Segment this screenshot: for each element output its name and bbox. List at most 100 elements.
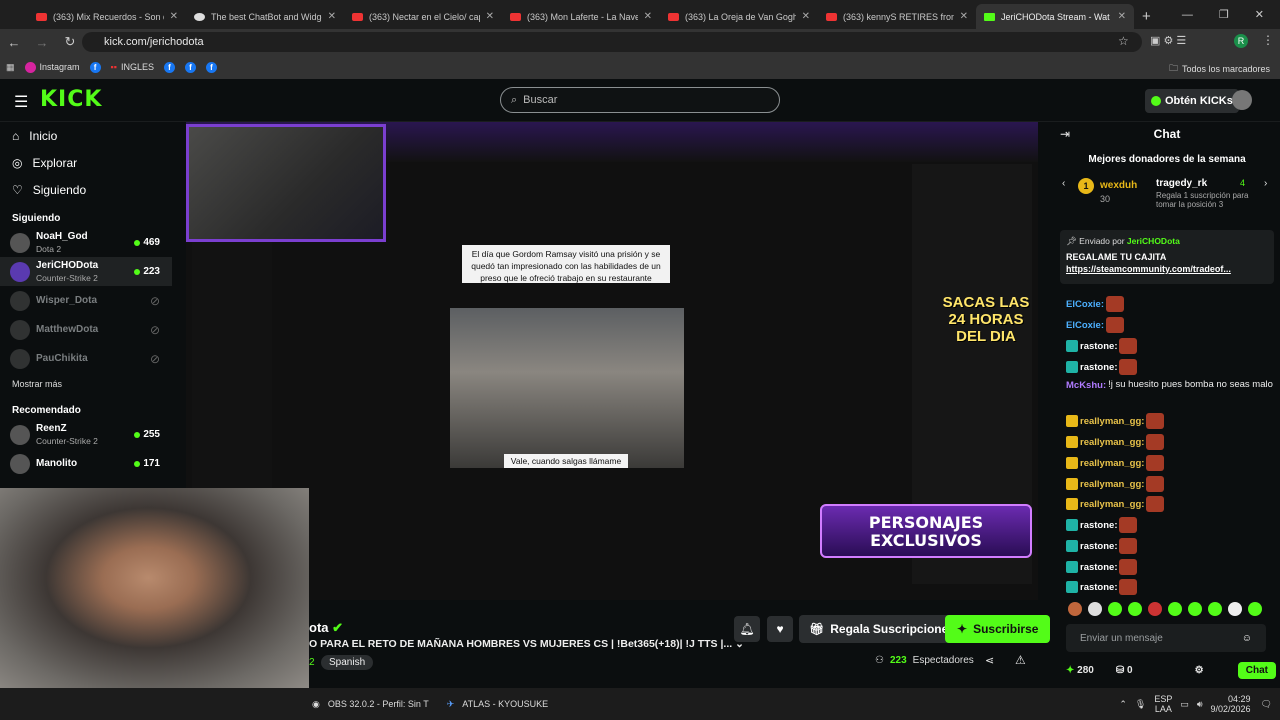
browser-tab[interactable]: (363) Nectar en el Cielo/ capitu ✕ [344,4,502,29]
chat-username[interactable]: reallyman_gg: [1080,416,1144,427]
browser-tab[interactable]: (363) kennyS RETIRES from CS ✕ [818,4,976,29]
menu-dots-icon[interactable]: ⋮ [1262,33,1274,47]
show-more-link[interactable]: Mostrar más [0,373,172,395]
report-icon[interactable]: ⚠ [1015,653,1026,667]
language-indicator[interactable]: ESP LAA [1154,694,1172,714]
close-icon[interactable]: ✕ [1118,11,1126,22]
minimize-icon[interactable]: — [1182,9,1193,21]
nav-following[interactable]: ♡ Siguiendo [0,176,172,203]
close-icon[interactable]: ✕ [486,11,494,22]
close-window-icon[interactable]: ✕ [1255,8,1264,21]
chat-username[interactable]: rastone: [1080,582,1117,593]
category-link[interactable]: 2 [309,657,315,668]
emoji-icon[interactable]: ☺ [1242,633,1252,644]
atlas-icon[interactable]: ✈ [447,699,455,710]
browser-tab[interactable]: (363) Mix Recuerdos - Son del ✕ [28,4,186,29]
chat-username[interactable]: ElCoxie: [1066,320,1104,331]
facebook-icon[interactable]: f [163,61,175,73]
search-input[interactable]: ⌕ Buscar [500,87,780,113]
notification-icon[interactable]: 🗨︎ [1261,699,1272,710]
taskbar-item[interactable]: OBS 32.0.2 - Perfil: Sin T [328,699,429,709]
send-chat-button[interactable]: Chat [1237,661,1276,679]
taskbar-item[interactable]: ATLAS - KYOUSUKE [462,699,548,709]
emote-icon[interactable] [1128,602,1142,616]
bookmark-instagram[interactable]: Instagram [24,61,80,73]
chat-username[interactable]: reallyman_gg: [1080,437,1144,448]
network-icon[interactable]: ▭ [1180,699,1189,710]
new-tab-icon[interactable]: + [1134,8,1159,29]
sidebar-channel-jerichodota[interactable]: JeriCHODota Counter-Strike 2 223 [0,257,172,286]
chat-username[interactable]: reallyman_gg: [1080,458,1144,469]
nav-explore[interactable]: ◎ Explorar [0,149,172,176]
chat-username[interactable]: McKshu: [1066,380,1106,391]
sidebar-channel-pauchikita[interactable]: PauChikita ⊘ [0,344,172,373]
url-field[interactable]: kick.com/jerichodota [82,32,1142,52]
close-icon[interactable]: ✕ [802,11,810,22]
profile-avatar[interactable]: R [1234,34,1248,48]
emote-icon[interactable] [1168,602,1182,616]
emote-icon[interactable] [1248,602,1262,616]
slots-count[interactable]: 0 [1127,665,1133,676]
chat-username[interactable]: reallyman_gg: [1080,499,1144,510]
close-icon[interactable]: ✕ [170,11,178,22]
chat-username[interactable]: rastone: [1080,541,1117,552]
subscribe-button[interactable]: ✦ Suscribirse [945,615,1051,643]
close-icon[interactable]: ✕ [960,11,968,22]
sidebar-channel-wisper-dota[interactable]: Wisper_Dota ⊘ [0,286,172,315]
chat-username[interactable]: rastone: [1080,362,1117,373]
tray-up-icon[interactable]: ⌃ [1119,699,1127,710]
gift-subs-button[interactable]: 🎁︎ Regala Suscripciones [799,615,965,643]
clock[interactable]: 04:29 9/02/2026 [1211,694,1251,714]
volume-icon[interactable]: 🔊︎ [1197,699,1203,710]
sidebar-channel-manolito[interactable]: Manolito 171 [0,449,172,478]
emote-icon[interactable] [1108,602,1122,616]
star-icon[interactable]: ☆ [1118,34,1129,48]
emote-icon[interactable] [1148,602,1162,616]
apps-grid-icon[interactable]: ▦ [6,62,15,73]
emote-icon[interactable] [1188,602,1202,616]
chat-username[interactable]: ElCoxie: [1066,299,1104,310]
bookmark-ingles[interactable]: ▪▪ INGLES [111,62,154,72]
nav-home[interactable]: ⌂ Inicio [0,122,172,149]
facebook-icon[interactable]: f [89,61,101,73]
kick-logo[interactable]: KICK [40,87,102,112]
sidebar-channel-matthewdota[interactable]: MatthewDota ⊘ [0,315,172,344]
share-icon[interactable]: ⋖ [985,654,994,667]
emote-icon[interactable] [1068,602,1082,616]
user-avatar[interactable] [1232,90,1252,110]
notification-bell-button[interactable]: 🔔︎ [734,616,760,642]
back-icon[interactable]: ← [0,35,28,50]
video-player[interactable]: El día que Gordom Ramsay visitó una pris… [186,122,1038,600]
hamburger-menu-icon[interactable]: ☰ [14,92,28,112]
settings-gear-icon[interactable]: ⚙ [1195,665,1204,676]
emote-icon[interactable] [1208,602,1222,616]
forward-icon[interactable]: → [28,35,56,50]
close-icon[interactable]: ✕ [644,11,652,22]
browser-tab-active[interactable]: JeriCHODota Stream - Wat ✕ [976,4,1134,29]
follow-heart-button[interactable]: ♥ [767,616,793,642]
reload-icon[interactable]: ↻ [56,34,84,50]
extensions-icon[interactable]: ▣ ⚙ ☰ [1150,34,1186,47]
language-tag[interactable]: Spanish [321,655,374,670]
get-kicks-button[interactable]: Obtén KICKs [1145,89,1239,113]
chat-username[interactable]: rastone: [1080,562,1117,573]
chat-input[interactable]: Enviar un mensaje ☺ [1066,624,1266,652]
browser-tab[interactable]: (363) La Oreja de Van Gogh - R ✕ [660,4,818,29]
sidebar-channel-noah-god[interactable]: NoaH_God Dota 2 469 [0,228,172,257]
maximize-icon[interactable]: ❐ [1219,8,1229,21]
emote-icon[interactable] [1088,602,1102,616]
sidebar-channel-reenz[interactable]: ReenZ Counter-Strike 2 255 [0,420,172,449]
pinned-link[interactable]: https://steamcommunity.com/tradeof... [1066,264,1268,274]
channel-points[interactable]: 280 [1077,665,1094,676]
facebook-icon[interactable]: f [184,61,196,73]
chat-username[interactable]: rastone: [1080,341,1117,352]
chevron-left-icon[interactable]: ‹ [1062,178,1065,189]
close-icon[interactable]: ✕ [328,11,336,22]
chevron-right-icon[interactable]: › [1264,178,1267,189]
emote-icon[interactable] [1228,602,1242,616]
pinned-message[interactable]: 📌︎ Enviado por JeriCHODota REGALAME TU C… [1060,230,1274,284]
mic-icon[interactable]: 🎙︎ [1135,699,1146,710]
obs-icon[interactable]: ◉ [312,699,320,710]
chat-username[interactable]: rastone: [1080,520,1117,531]
browser-tab[interactable]: The best ChatBot and Widgets ✕ [186,4,344,29]
